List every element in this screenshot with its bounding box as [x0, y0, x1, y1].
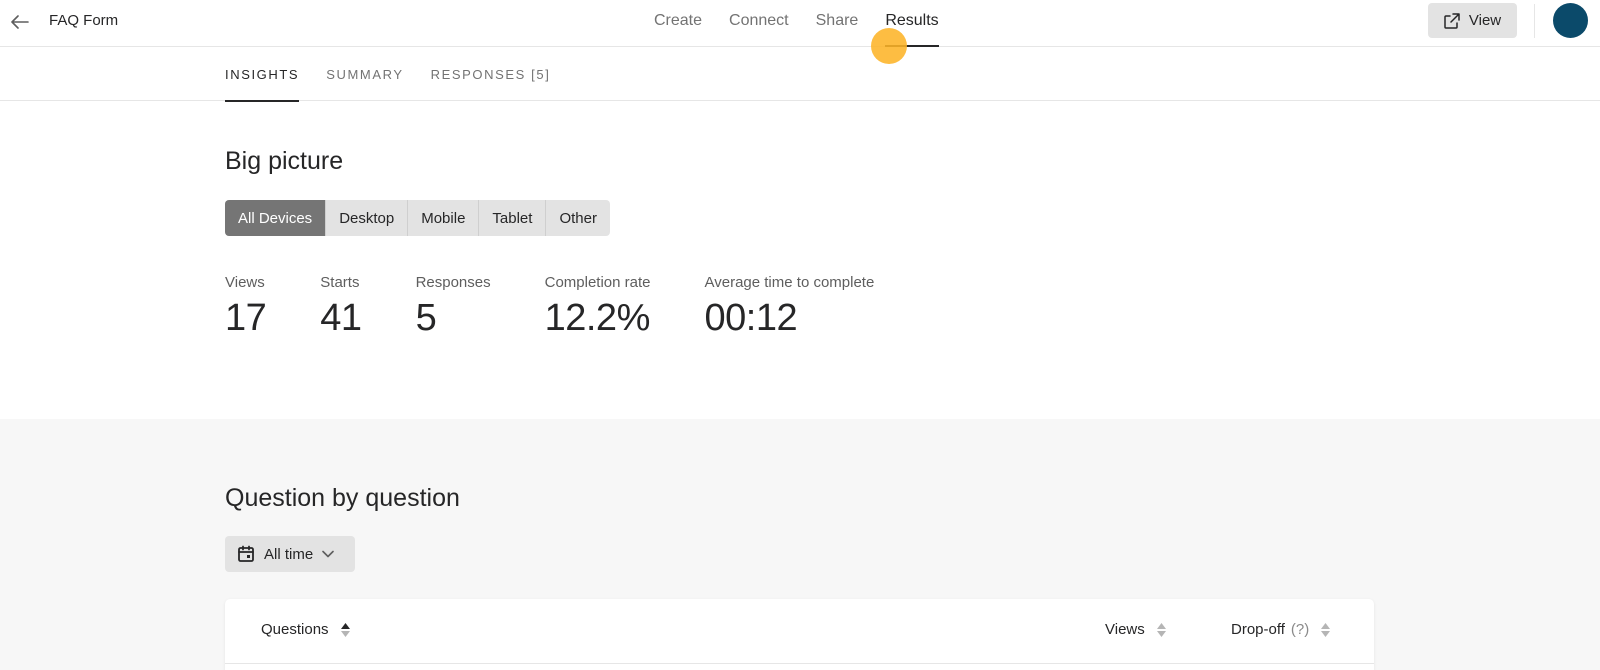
- sort-icon: [1321, 622, 1331, 637]
- dropoff-help-hint[interactable]: (?): [1291, 621, 1309, 638]
- stat-starts: Starts 41: [320, 274, 362, 340]
- tab-responses[interactable]: RESPONSES [5]: [431, 47, 551, 101]
- stat-value: 12.2%: [544, 297, 651, 339]
- column-questions[interactable]: Questions: [261, 621, 350, 638]
- external-link-icon: [1444, 12, 1460, 29]
- stat-responses: Responses 5: [416, 274, 491, 340]
- stat-average-time: Average time to complete 00:12: [705, 274, 875, 340]
- questions-table: Questions Views Drop-off (?): [225, 599, 1374, 670]
- stat-label: Completion rate: [544, 274, 651, 291]
- stat-value: 41: [320, 297, 362, 339]
- stat-value: 00:12: [704, 297, 798, 339]
- stat-label: Views: [225, 274, 265, 291]
- tab-summary[interactable]: SUMMARY: [326, 47, 403, 101]
- stat-value: 5: [415, 297, 437, 339]
- column-views[interactable]: Views: [1105, 621, 1166, 638]
- header-divider: [1534, 4, 1535, 38]
- column-dropoff-label: Drop-off: [1231, 621, 1285, 638]
- device-tablet[interactable]: Tablet: [479, 200, 547, 236]
- stat-label: Starts: [320, 274, 360, 291]
- stats-row: Views 17 Starts 41 Responses 5 Completio…: [225, 274, 928, 340]
- big-picture-title: Big picture: [225, 147, 344, 175]
- stat-completion-rate: Completion rate 12.2%: [545, 274, 651, 340]
- column-views-label: Views: [1105, 621, 1145, 638]
- device-mobile[interactable]: Mobile: [408, 200, 480, 236]
- question-section: Question by question All time Questions …: [0, 419, 1600, 670]
- sort-icon: [340, 622, 350, 637]
- nav-share[interactable]: Share: [816, 0, 859, 47]
- sort-icon: [1156, 622, 1166, 637]
- tab-insights[interactable]: INSIGHTS: [225, 47, 300, 102]
- sub-nav: INSIGHTS SUMMARY RESPONSES [5]: [0, 47, 1600, 102]
- avatar[interactable]: [1553, 3, 1588, 38]
- question-by-question-title: Question by question: [225, 484, 460, 512]
- device-filter: All Devices Desktop Mobile Tablet Other: [225, 200, 610, 236]
- time-filter-label: All time: [264, 545, 314, 563]
- stat-views: Views 17: [225, 274, 267, 340]
- device-all[interactable]: All Devices: [225, 200, 327, 236]
- chevron-down-icon: [322, 550, 334, 558]
- arrow-left-icon: [11, 15, 29, 29]
- back-button[interactable]: [8, 10, 32, 34]
- nav-create[interactable]: Create: [654, 0, 702, 47]
- nav-connect[interactable]: Connect: [729, 0, 789, 47]
- view-button-label: View: [1468, 12, 1502, 29]
- form-title: FAQ Form: [49, 12, 119, 29]
- view-button[interactable]: View: [1428, 3, 1517, 38]
- time-filter-dropdown[interactable]: All time: [225, 536, 355, 572]
- device-desktop[interactable]: Desktop: [326, 200, 409, 236]
- main-nav: Create Connect Share Results: [654, 0, 966, 47]
- calendar-icon: [238, 545, 254, 562]
- stat-label: Average time to complete: [704, 274, 875, 291]
- top-bar: FAQ Form Create Connect Share Results Vi…: [0, 0, 1600, 47]
- column-dropoff[interactable]: Drop-off (?): [1231, 621, 1331, 638]
- stat-value: 17: [225, 297, 267, 339]
- column-questions-label: Questions: [261, 621, 329, 638]
- stat-label: Responses: [415, 274, 491, 291]
- table-header-divider: [225, 663, 1374, 664]
- device-other[interactable]: Other: [546, 200, 610, 236]
